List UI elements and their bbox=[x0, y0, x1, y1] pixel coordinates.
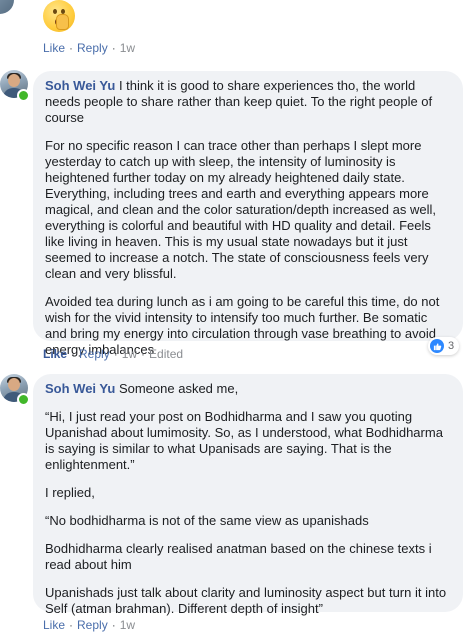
comment-text: Soh Wei Yu Someone asked me, bbox=[45, 381, 239, 396]
shushing-face-emoji-icon bbox=[43, 0, 75, 32]
comment-paragraph: I replied, bbox=[45, 485, 95, 500]
comment-actions: Like · Reply · 1w bbox=[43, 41, 136, 55]
comment-paragraph: For no specific reason I can trace other… bbox=[45, 138, 436, 281]
comment-paragraph: “Hi, I just read your post on Bodhidharm… bbox=[45, 409, 443, 472]
comment-bubble: Soh Wei Yu Someone asked me, “Hi, I just… bbox=[33, 374, 463, 616]
comment-bubble: Soh Wei Yu I think it is good to share e… bbox=[33, 71, 463, 357]
reply-link[interactable]: Reply bbox=[77, 41, 108, 55]
timestamp[interactable]: 1w bbox=[120, 41, 135, 55]
timestamp[interactable]: 1w bbox=[122, 347, 137, 361]
comment-actions: Like · Reply · 1w bbox=[43, 618, 136, 632]
comment-paragraph: Upanishads just talk about clarity and l… bbox=[45, 585, 447, 616]
online-status-icon bbox=[17, 89, 30, 102]
avatar[interactable] bbox=[0, 0, 14, 14]
comment-actions: Like · Reply · 1w · Edited bbox=[43, 347, 184, 361]
reaction-summary[interactable]: 3 bbox=[428, 337, 460, 355]
thumbs-up-icon bbox=[430, 339, 444, 353]
reply-link[interactable]: Reply bbox=[79, 347, 110, 361]
like-link[interactable]: Like bbox=[43, 347, 67, 361]
author-name[interactable]: Soh Wei Yu bbox=[45, 78, 115, 93]
comment-paragraph: “No bodhidharma is not of the same view … bbox=[45, 513, 369, 528]
online-status-icon bbox=[17, 393, 30, 406]
edited-label[interactable]: Edited bbox=[149, 347, 183, 361]
author-name[interactable]: Soh Wei Yu bbox=[45, 381, 115, 396]
like-link[interactable]: Like bbox=[43, 41, 65, 55]
comment-paragraph: Bodhidharma clearly realised anatman bas… bbox=[45, 541, 432, 572]
reaction-count: 3 bbox=[448, 340, 455, 352]
like-link[interactable]: Like bbox=[43, 618, 65, 632]
timestamp[interactable]: 1w bbox=[120, 618, 135, 632]
comment-text: Soh Wei Yu I think it is good to share e… bbox=[45, 78, 433, 125]
reply-link[interactable]: Reply bbox=[77, 618, 108, 632]
